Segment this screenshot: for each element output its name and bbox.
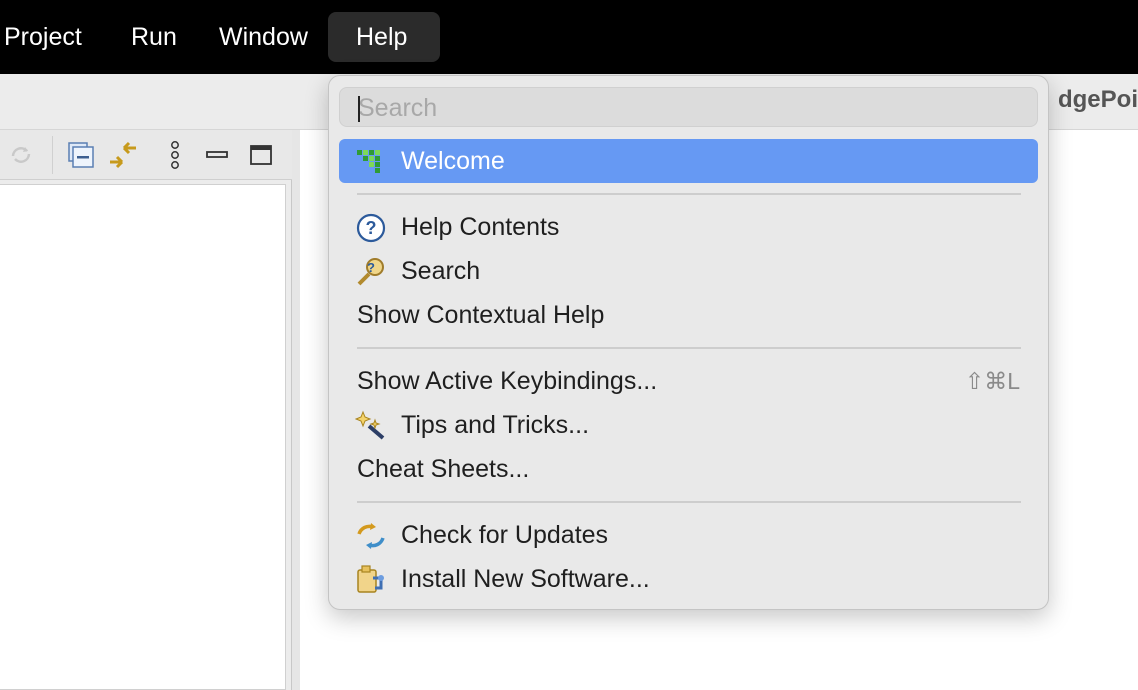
view-menu-icon[interactable]	[160, 140, 190, 170]
menu-item-help-contents[interactable]: ? Help Contents	[339, 205, 1038, 249]
menu-item-welcome[interactable]: Welcome	[339, 139, 1038, 183]
help-contents-icon: ?	[355, 212, 387, 244]
view-content	[0, 184, 286, 690]
svg-text:?: ?	[366, 218, 377, 238]
menu-item-label: Install New Software...	[401, 565, 650, 593]
menu-item-tips-and-tricks[interactable]: Tips and Tricks...	[339, 403, 1038, 447]
menu-item-label: Cheat Sheets...	[357, 455, 530, 483]
install-icon	[355, 564, 387, 596]
left-view-panel	[0, 130, 292, 690]
link-with-editor-icon[interactable]	[108, 140, 138, 170]
menu-help[interactable]: Help	[328, 12, 440, 62]
maximize-icon[interactable]	[246, 140, 276, 170]
menu-separator	[357, 501, 1021, 503]
menu-item-check-for-updates[interactable]: Check for Updates	[339, 513, 1038, 557]
menu-bar: Project Run Window Help	[0, 0, 1138, 74]
menu-item-install-new-software[interactable]: Install New Software...	[339, 557, 1038, 601]
menu-project[interactable]: Project	[0, 12, 92, 62]
menu-item-label: Help Contents	[401, 213, 560, 241]
menu-separator	[357, 347, 1021, 349]
welcome-icon	[355, 146, 387, 178]
menu-window[interactable]: Window	[209, 12, 318, 62]
tips-icon	[354, 410, 387, 442]
menu-run[interactable]: Run	[121, 12, 187, 62]
menu-item-show-active-keybindings[interactable]: Show Active Keybindings... ⇧⌘L	[339, 359, 1038, 403]
editor-title-fragment[interactable]: dgePoi	[1058, 86, 1138, 114]
help-search-input[interactable]	[358, 92, 1018, 124]
panel-sash[interactable]	[292, 130, 300, 690]
menu-item-label: Show Contextual Help	[357, 301, 605, 329]
menu-item-label: Show Active Keybindings...	[357, 367, 658, 395]
menu-item-label: Search	[401, 257, 481, 285]
menu-item-show-contextual-help[interactable]: Show Contextual Help	[339, 293, 1038, 337]
menu-item-cheat-sheets[interactable]: Cheat Sheets...	[339, 447, 1038, 491]
svg-text:?: ?	[367, 260, 375, 275]
toolbar-divider	[52, 136, 53, 174]
view-toolbar	[0, 130, 292, 180]
sync-icon[interactable]	[6, 140, 36, 170]
help-menu-dropdown: Welcome ? Help Contents ? Search Show Co…	[328, 75, 1049, 610]
update-icon	[355, 520, 387, 552]
minimize-icon[interactable]	[202, 140, 232, 170]
keyboard-shortcut: ⇧⌘L	[964, 368, 1020, 394]
menu-separator	[357, 193, 1021, 195]
collapse-all-icon[interactable]	[66, 140, 96, 170]
help-search-icon: ?	[355, 256, 387, 288]
menu-item-label: Tips and Tricks...	[401, 411, 590, 439]
menu-item-label: Check for Updates	[401, 521, 609, 549]
help-search-box[interactable]	[339, 87, 1038, 127]
text-caret	[358, 96, 360, 122]
menu-item-label: Welcome	[401, 147, 505, 175]
menu-item-search[interactable]: ? Search	[339, 249, 1038, 293]
